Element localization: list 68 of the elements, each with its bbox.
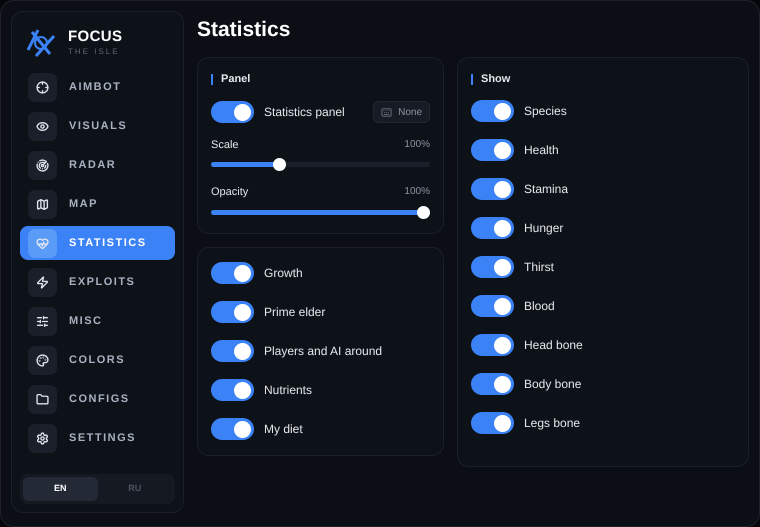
palette-icon xyxy=(36,354,49,366)
nav-item[interactable]: COLORS xyxy=(20,343,175,377)
toggle-label: Health xyxy=(524,142,559,159)
toggle-switch[interactable] xyxy=(471,412,514,434)
slider-thumb[interactable] xyxy=(417,206,430,218)
lightning-icon xyxy=(36,276,49,288)
toggle-switch[interactable] xyxy=(211,340,254,362)
toggle-switch[interactable] xyxy=(211,101,254,123)
toggle-label: Legs bone xyxy=(524,415,580,432)
nav-item[interactable]: MAP xyxy=(20,187,175,221)
toggle-switch[interactable] xyxy=(471,373,514,395)
toggle-switch[interactable] xyxy=(471,100,514,122)
toggle-switch[interactable] xyxy=(471,334,514,356)
radar-icon xyxy=(36,158,49,172)
nav-item[interactable]: AIMBOT xyxy=(20,70,175,104)
accent-bar xyxy=(211,74,213,85)
toggle-label: Prime elder xyxy=(264,304,326,321)
slider[interactable] xyxy=(211,158,430,171)
toggle-switch[interactable] xyxy=(471,139,514,161)
toggle-label: Thirst xyxy=(524,259,554,276)
settings-icon xyxy=(36,432,49,444)
heart-pulse-icon xyxy=(36,236,49,250)
language-tab[interactable]: EN xyxy=(23,477,98,501)
toggle-label: Statistics panel xyxy=(264,104,345,121)
folder-icon xyxy=(36,392,49,406)
toggle-label: Body bone xyxy=(524,376,582,393)
brand-name: FOCUS xyxy=(68,28,122,46)
toggle-switch[interactable] xyxy=(211,379,254,401)
slider-label: Opacity xyxy=(211,185,248,200)
toggle-label: My diet xyxy=(264,421,303,438)
keyboard-icon xyxy=(381,106,392,118)
nav-item[interactable]: EXPLOITS xyxy=(20,265,175,299)
toggle-switch[interactable] xyxy=(211,418,254,440)
nav-item[interactable]: SETTINGS xyxy=(20,421,175,455)
slider[interactable] xyxy=(211,206,430,218)
keybind-button[interactable]: None xyxy=(373,101,430,123)
nav-item[interactable]: RADAR xyxy=(20,148,175,182)
toggle-switch[interactable] xyxy=(471,256,514,278)
slider-value: 100% xyxy=(404,138,430,152)
slider-value: 100% xyxy=(404,185,430,199)
nav-item[interactable]: STATISTICS xyxy=(20,226,175,260)
toggle-label: Nutrients xyxy=(264,382,312,399)
toggle-label: Hunger xyxy=(524,220,564,237)
nav-item[interactable]: CONFIGS xyxy=(20,382,175,416)
slider-label: Scale xyxy=(211,138,239,152)
toggle-label: Players and AI around xyxy=(264,343,382,360)
toggle-switch[interactable] xyxy=(471,217,514,239)
toggle-label: Growth xyxy=(264,265,303,282)
crosshair-icon xyxy=(36,80,49,94)
toggle-label: Head bone xyxy=(524,337,583,354)
toggle-label: Blood xyxy=(524,298,555,315)
toggle-switch[interactable] xyxy=(211,262,254,284)
map-icon xyxy=(36,198,49,210)
eye-icon xyxy=(36,120,49,132)
accent-bar xyxy=(471,74,473,85)
toggle-label: Species xyxy=(524,103,567,120)
page-title: Statistics xyxy=(197,17,292,43)
toggle-switch[interactable] xyxy=(211,301,254,323)
toggle-label: Stamina xyxy=(524,181,568,198)
toggle-switch[interactable] xyxy=(471,295,514,317)
section-title: Show xyxy=(481,72,510,87)
nav-item[interactable]: MISC xyxy=(20,304,175,338)
nav-item[interactable]: VISUALS xyxy=(20,109,175,143)
sliders-icon xyxy=(36,314,49,328)
slider-thumb[interactable] xyxy=(272,158,286,171)
section-title: Panel xyxy=(221,72,250,87)
brand-subtitle: THE ISLE xyxy=(68,46,121,58)
toggle-switch[interactable] xyxy=(471,178,514,200)
